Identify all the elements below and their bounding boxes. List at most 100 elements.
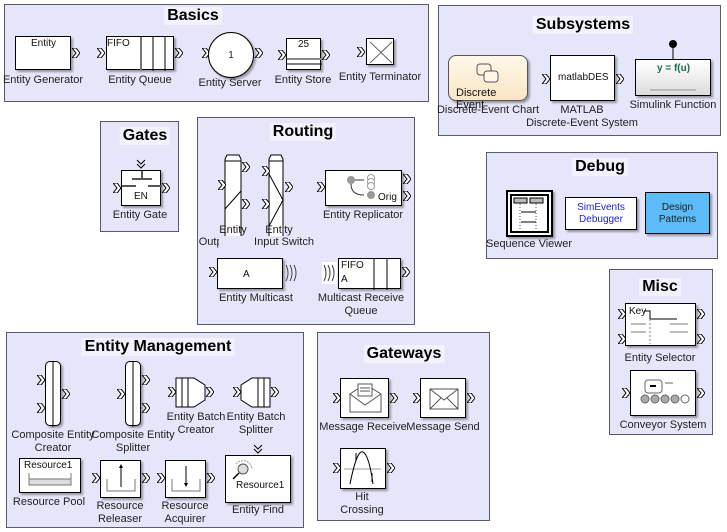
output-port-icon [142,473,150,483]
trigger-port-icon [253,444,263,454]
output-port-icon [403,191,411,201]
input-port-icon [262,199,270,209]
simulink-function-block[interactable]: y = f(u) [635,59,711,96]
input-port-icon [209,267,217,277]
design-patterns-text-2: Patterns [658,214,697,225]
output-port-icon [322,50,330,60]
gates-title: Gates [119,127,171,145]
resource-acquirer-block[interactable] [165,460,206,498]
hit-crossing-label-1: Hit [355,491,369,503]
output-port-icon [206,387,214,397]
input-port-icon [37,375,45,385]
entity-multicast-block[interactable]: A [217,258,283,289]
output-port-icon [162,183,170,193]
message-send-label: Message Send [406,421,480,433]
block-text: Entity [31,38,57,49]
block-text: A [341,274,348,285]
output-port-icon [467,393,475,403]
basics-title: Basics [164,7,222,25]
input-port-icon [357,47,365,57]
output-port-icon [387,463,395,473]
entity-replicator-label: Entity Replicator [322,209,404,221]
input-port-icon [542,74,550,84]
conveyor-system-block[interactable] [630,370,696,416]
block-text: Resource1 [236,480,285,491]
sequence-viewer-block[interactable] [506,190,553,237]
entity-terminator-label: Entity Terminator [338,71,422,83]
input-port-icon [117,389,125,399]
matlab-des-block[interactable]: matlabDES [550,55,615,101]
composite-entity-creator-block[interactable] [45,361,61,427]
function-trigger-icon [669,40,677,60]
gateways-title: Gateways [363,345,445,363]
entity-batch-creator-block[interactable] [175,377,207,408]
resource-releaser-block[interactable] [100,460,141,498]
entity-server-block[interactable]: 1 [208,32,254,78]
input-port-icon [37,403,45,413]
entity-find-block[interactable]: Resource1 [225,455,291,503]
entity-queue-block[interactable]: FIFO [106,36,174,71]
composite-entity-splitter-label-2: Splitter [115,442,151,454]
output-port-icon [402,267,410,277]
input-port-icon [97,48,105,58]
output-port-icon [403,174,411,184]
multicast-waves-icon [285,264,297,282]
output-port-icon [390,393,398,403]
sequence-viewer-label: Sequence Viewer [485,238,573,250]
message-send-block[interactable] [420,378,466,418]
debugger-text-1: SimEvents [577,202,625,213]
output-port-icon [697,309,705,319]
multicast-receive-queue-label-2: Queue [344,305,378,317]
input-port-icon [92,473,100,483]
input-port-icon [157,473,165,483]
misc-title: Misc [639,278,681,296]
block-text: A [243,269,250,280]
entity-batch-splitter-block[interactable] [240,377,272,408]
input-port-icon [278,50,286,60]
output-port-icon [697,334,705,344]
simevents-debugger-button[interactable]: SimEvents Debugger [565,197,637,230]
block-text: FIFO [341,260,364,271]
output-port-icon [142,375,150,385]
resource-pool-block[interactable]: Resource1 [19,458,81,493]
output-port-icon [72,48,80,58]
entity-selector-block[interactable]: Key [625,303,696,346]
entity-replicator-block[interactable]: Orig [325,170,402,206]
matlab-des-label-2: Discrete-Event System [526,117,638,129]
output-port-icon [271,387,279,397]
message-receive-block[interactable] [340,378,389,418]
entity-management-title: Entity Management [81,338,235,356]
simulink-function-label: Simulink Function [629,99,717,111]
entity-selector-label: Entity Selector [624,352,696,364]
input-port-icon [262,166,270,176]
entity-gate-block[interactable]: EN [121,170,162,206]
multicast-receive-queue-block[interactable]: FIFO A [338,258,401,290]
discrete-event-chart-block[interactable]: Discrete Event [448,55,528,111]
output-port-icon [242,199,250,209]
output-port-icon [255,48,263,58]
block-text: matlabDES [558,72,609,83]
subsystems-title: Subsystems [532,16,634,34]
output-port-icon [207,473,215,483]
entity-store-block[interactable]: 25 [286,38,322,70]
hit-crossing-block[interactable] [340,448,386,489]
output-port-icon [616,74,624,84]
entity-input-switch-label-2: Input Switch [219,236,349,249]
input-port-icon [622,388,630,398]
output-port-icon [175,48,183,58]
entity-generator-block[interactable]: Entity [15,36,71,70]
design-patterns-button[interactable]: Design Patterns [645,192,710,234]
debug-title: Debug [572,158,628,176]
input-port-icon [113,183,121,193]
output-port-icon [285,182,293,192]
design-patterns-text-1: Design [661,202,694,213]
output-port-icon [242,162,250,172]
block-text: EN [134,191,148,202]
block-text: 1 [228,50,234,61]
routing-title: Routing [269,123,337,141]
entity-terminator-block[interactable] [366,38,394,65]
entity-gate-label: Entity Gate [112,209,168,221]
debugger-text-2: Debugger [579,214,623,225]
output-port-icon [62,389,70,399]
hit-crossing-label-2: Crossing [340,504,384,516]
